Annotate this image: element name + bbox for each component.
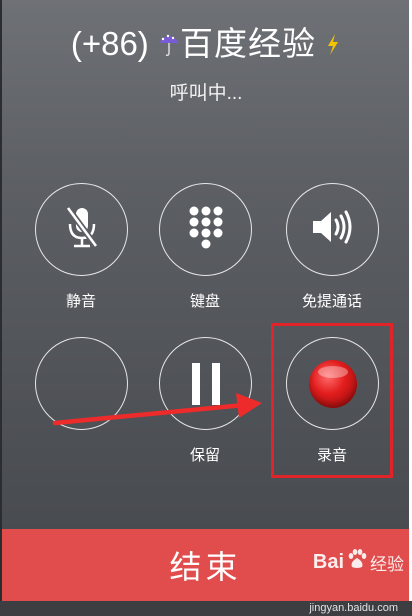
keypad-label: 键盘 (189, 293, 220, 310)
record-highlight-box (271, 323, 393, 478)
keypad-button[interactable] (159, 183, 252, 276)
paw-icon (346, 548, 368, 576)
keypad-icon (188, 205, 224, 254)
watermark-url: jingyan.baidu.com (309, 602, 398, 614)
caller-line: (+86) 百度经验 (0, 22, 412, 68)
speaker-label: 免提通话 (301, 293, 362, 310)
hold-button[interactable] (159, 337, 252, 430)
hold-label: 保留 (189, 447, 220, 464)
baidu-watermark: Bai 经验 (313, 548, 404, 576)
caller-name: 百度经验 (179, 25, 316, 62)
watermark-brand: Bai (312, 550, 344, 573)
pause-icon (191, 362, 220, 405)
blank-button[interactable] (35, 337, 128, 430)
mute-label: 静音 (65, 293, 96, 310)
mic-muted-icon (62, 204, 102, 255)
speaker-icon (310, 207, 356, 252)
call-status: 呼叫中... (169, 83, 243, 104)
end-call-label: 结束 (169, 549, 242, 585)
mute-button[interactable] (35, 183, 128, 276)
umbrella-icon (158, 24, 180, 68)
watermark-cn: 经验 (370, 554, 404, 574)
speaker-button[interactable] (286, 183, 379, 276)
lightning-icon (325, 24, 341, 68)
caller-number: (+86) (70, 25, 149, 62)
